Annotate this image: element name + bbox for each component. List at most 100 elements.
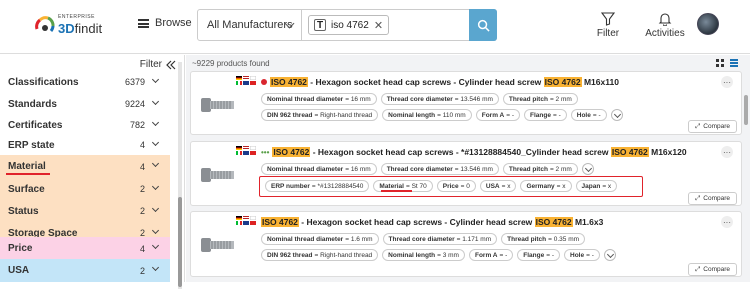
- chevron-down-icon: [151, 204, 160, 213]
- country-flags: [236, 146, 258, 155]
- more-options-icon[interactable]: ···: [721, 146, 733, 158]
- sidebar-item-surface[interactable]: Surface 2: [0, 178, 170, 200]
- logo-text: 3Dfindit: [58, 21, 103, 36]
- sidebar-item-certificates[interactable]: Certificates 782: [0, 114, 170, 136]
- screw-image: [201, 238, 234, 252]
- list-view-icon[interactable]: [730, 59, 738, 67]
- product-card[interactable]: ••• ISO 4762 - Hexagon socket head cap sc…: [190, 141, 742, 206]
- product-card[interactable]: ISO 4762 - Hexagon socket head cap screw…: [190, 211, 742, 277]
- chevron-down-icon: [151, 97, 160, 106]
- text-search-icon: T: [314, 19, 326, 31]
- sidebar-filter-header[interactable]: Filter: [140, 59, 176, 70]
- product-title[interactable]: ••• ISO 4762 - Hexagon socket head cap sc…: [261, 147, 687, 157]
- search-chip[interactable]: T iso 4762 ✕: [308, 15, 390, 35]
- logo[interactable]: ENTERPRISE 3Dfindit: [34, 12, 124, 38]
- sidebar-item-erp-state[interactable]: ERP state 4: [0, 134, 170, 156]
- property-chip[interactable]: Thread core diameter = 13.546 mm: [380, 93, 499, 105]
- sidebar-item-count: 9224: [124, 99, 145, 109]
- compare-icon: ⤢: [695, 194, 701, 202]
- browse-label: Browse: [155, 17, 192, 29]
- scrollbar-thumb[interactable]: [178, 197, 182, 287]
- browse-button[interactable]: Browse: [138, 17, 192, 29]
- search-button[interactable]: [469, 9, 497, 41]
- header-filter-label: Filter: [596, 28, 620, 39]
- property-chip[interactable]: Hole = -: [564, 249, 600, 261]
- filter-icon: [601, 12, 615, 26]
- property-chip[interactable]: Nominal thread diameter = 1.6 mm: [261, 233, 379, 245]
- expand-properties-icon[interactable]: [581, 163, 594, 175]
- property-chip[interactable]: Form A = -: [468, 249, 514, 261]
- property-chip[interactable]: Thread pitch = 2 mm: [502, 163, 578, 175]
- avatar[interactable]: [697, 13, 719, 35]
- property-row: Nominal thread diameter = 16 mm Thread c…: [261, 93, 578, 105]
- sidebar-item-status[interactable]: Status 2: [0, 200, 170, 222]
- chevron-down-icon: [151, 263, 160, 272]
- chevron-down-icon: [151, 75, 160, 84]
- property-chip[interactable]: Hole = -: [570, 109, 607, 121]
- sidebar-item-label: Status: [8, 205, 39, 217]
- country-flags: [236, 76, 258, 85]
- scrollbar-thumb[interactable]: [744, 95, 748, 125]
- sidebar-item-standards[interactable]: Standards 9224: [0, 93, 170, 115]
- close-icon[interactable]: ✕: [374, 19, 383, 32]
- property-chip[interactable]: Nominal thread diameter = 16 mm: [261, 163, 377, 175]
- top-header: ENTERPRISE 3Dfindit Browse All Manufactu…: [0, 0, 750, 54]
- compare-button[interactable]: ⤢ Compare: [688, 120, 737, 133]
- chevron-down-icon: [151, 118, 160, 127]
- title-text: M16x120: [648, 147, 687, 157]
- more-options-icon[interactable]: ···: [721, 76, 733, 88]
- property-chip[interactable]: Form A = -: [475, 109, 521, 121]
- sidebar-item-count: 2: [139, 206, 145, 216]
- property-chip[interactable]: DIN 962 thread = Right-hand thread: [261, 109, 379, 121]
- search-bar: All Manufacturers T iso 4762 ✕: [197, 9, 497, 41]
- sidebar-scrollbar[interactable]: [178, 62, 182, 289]
- grid-view-icon[interactable]: [716, 59, 724, 67]
- search-icon: [477, 19, 490, 32]
- compare-button[interactable]: ⤢ Compare: [688, 263, 737, 276]
- sidebar-item-material[interactable]: Material 4: [0, 155, 170, 178]
- product-title[interactable]: ISO 4762 - Hexagon socket head cap screw…: [261, 217, 603, 227]
- sidebar-item-count: 2: [139, 184, 145, 194]
- property-chip[interactable]: DIN 962 thread = Right-hand thread: [261, 249, 379, 261]
- sidebar-item-label: Certificates: [8, 119, 63, 131]
- property-chip[interactable]: Nominal length = 110 mm: [382, 109, 472, 121]
- property-chip[interactable]: Flange = -: [524, 109, 567, 121]
- property-chip[interactable]: Thread core diameter = 13.546 mm: [380, 163, 499, 175]
- chevron-down-icon: [151, 182, 160, 191]
- results-count: ~9229 products found: [192, 59, 270, 68]
- property-chip[interactable]: Flange = -: [517, 249, 561, 261]
- property-chip[interactable]: Thread pitch = 0.35 mm: [501, 233, 586, 245]
- sidebar-item-price[interactable]: Price 4: [0, 237, 170, 260]
- property-chip[interactable]: Nominal thread diameter = 16 mm: [261, 93, 377, 105]
- product-title[interactable]: ISO 4762 - Hexagon socket head cap screw…: [261, 77, 619, 87]
- header-filter-button[interactable]: Filter: [594, 12, 622, 39]
- menu-icon: [138, 18, 149, 28]
- results-scrollbar[interactable]: [744, 73, 749, 282]
- compare-button[interactable]: ⤢ Compare: [688, 192, 737, 205]
- property-chip[interactable]: Thread core diameter = 1.171 mm: [382, 233, 498, 245]
- material-chip-underline-annotation: [381, 190, 412, 192]
- logo-gauge-icon: [35, 16, 55, 32]
- expand-properties-icon[interactable]: [610, 109, 623, 121]
- sidebar-item-count: 4: [139, 140, 145, 150]
- search-chip-label: iso 4762: [331, 19, 369, 31]
- product-card[interactable]: ISO 4762 - Hexagon socket head cap screw…: [190, 71, 742, 135]
- sidebar-item-label: Surface: [8, 183, 45, 195]
- property-row: DIN 962 thread = Right-hand thread Nomin…: [261, 109, 623, 121]
- property-chip[interactable]: Nominal length = 3 mm: [382, 249, 465, 261]
- sidebar-filter-label: Filter: [139, 59, 162, 70]
- status-dot-icon: [261, 79, 267, 85]
- title-text: - Hexagon socket head cap screws - *#131…: [310, 147, 611, 157]
- status-dots-icon: •••: [261, 148, 270, 157]
- activities-button[interactable]: Activities: [644, 12, 686, 39]
- property-chip[interactable]: Thread pitch = 2 mm: [502, 93, 578, 105]
- view-switcher: [716, 59, 738, 67]
- manufacturer-select[interactable]: All Manufacturers: [198, 10, 302, 40]
- more-options-icon[interactable]: ···: [721, 216, 733, 228]
- sidebar-item-usa[interactable]: USA 2: [0, 259, 170, 282]
- title-text: M16x110: [581, 77, 619, 87]
- sidebar-item-count: 4: [139, 161, 145, 172]
- sidebar-item-label: Classifications: [8, 76, 79, 88]
- expand-properties-icon[interactable]: [603, 249, 616, 261]
- sidebar-item-classifications[interactable]: Classifications 6379: [0, 71, 170, 93]
